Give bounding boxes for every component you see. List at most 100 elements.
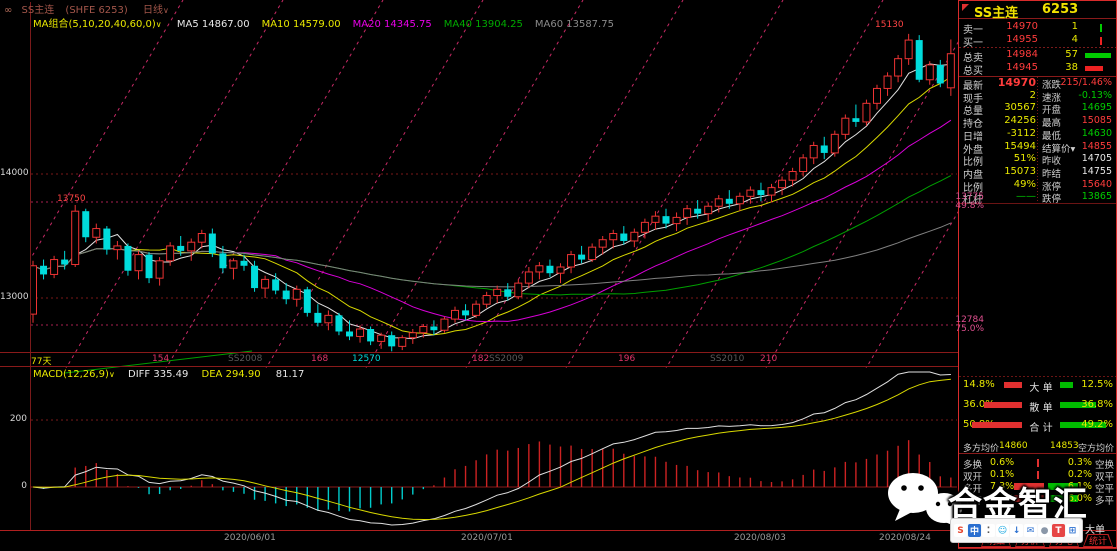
stat-right-value: -0.13% (1058, 90, 1112, 101)
total-bar (1085, 53, 1111, 58)
book-label: 买一 (963, 34, 983, 49)
quote-panel: SS主连 6253 卖一149701买一149554总卖1498457总买149… (958, 0, 1117, 551)
vol-right-pct: 36.8% (1078, 399, 1113, 410)
stat-left-value: 14970 (986, 76, 1036, 89)
tab-统计[interactable]: 统计 (1083, 534, 1113, 547)
ma-value-MA40: MA40 13904.25 (444, 19, 523, 30)
download-icon: ↓ (1010, 524, 1023, 537)
divider-label: 210 (760, 354, 777, 364)
avg-long-value: 14860 (999, 441, 1028, 451)
ma-settings-dropdown[interactable]: MA组合(5,10,20,40,60,0)∨ (33, 19, 165, 30)
axis-tick-label: 0 (0, 481, 27, 491)
fib-level-label: 1278475.0% (934, 316, 984, 334)
browser-icon: 中 (968, 524, 981, 537)
stat-left-value: 24256 (986, 115, 1036, 126)
axis-tick-label: 13000 (0, 292, 27, 302)
ma-settings-label: MA组合(5,10,20,40,60,0) (33, 19, 156, 30)
total-price: 14984 (990, 49, 1038, 60)
stat-left-value: —— (986, 191, 1036, 202)
date-label: 2020/07/01 (461, 533, 513, 543)
divider-label: SS2009 (489, 354, 523, 364)
divider-label: SS2008 (228, 354, 262, 364)
ma-indicator-row: MA组合(5,10,20,40,60,0)∨ MA5 14867.00 MA10 … (33, 15, 614, 30)
date-label: 2020/08/24 (879, 533, 931, 543)
dots-icon: ⁚ (982, 524, 995, 537)
book-qty: 4 (1046, 34, 1078, 45)
stat-right-value: 14755 (1058, 166, 1112, 177)
stat-left-value: 2 (986, 90, 1036, 101)
macd-settings-dropdown[interactable]: MACD(12,26,9)∨ (33, 369, 118, 380)
stat-right-value: 14695 (1058, 102, 1112, 113)
contact-icon: ● (1038, 524, 1051, 537)
avg-long-label: 多方均价 (963, 441, 999, 454)
macd-settings-label: MACD(12,26,9) (33, 369, 109, 380)
date-label: 2020/06/01 (224, 533, 276, 543)
panel-symbol: SS主连 (974, 2, 1018, 21)
stat-right-value: 215/1.46% (1058, 77, 1112, 88)
book-tick-icon (1100, 24, 1102, 32)
share-toolbar: S中⁚☺↓✉●T⊞ (950, 518, 1083, 543)
stat-right-value: 14630 (1058, 128, 1112, 139)
avg-short-value: 14853 (1050, 441, 1079, 451)
divider-label: 168 (311, 354, 328, 364)
panel-code: 6253 (1042, 2, 1078, 17)
book-qty: 1 (1046, 21, 1078, 32)
stat-left-value: 15073 (986, 166, 1036, 177)
ma-values: MA5 14867.00 MA10 14579.00 MA20 14345.75 MA… (165, 19, 614, 30)
pos-right-label: 多平 (1095, 493, 1114, 507)
vol-label: 大 单 (1024, 379, 1058, 394)
total-bar (1085, 66, 1103, 71)
link-icon: ∞ (4, 5, 12, 16)
chevron-down-icon: ∨ (109, 370, 115, 379)
stat-left-value: 30567 (986, 102, 1036, 113)
vol-left-bar (1004, 382, 1022, 388)
price-mark: 15130 (875, 20, 904, 30)
weibo-icon: S (954, 524, 967, 537)
stat-left-value: 15494 (986, 141, 1036, 152)
chart-canvas[interactable] (0, 0, 1117, 551)
apps-icon: ⊞ (1066, 524, 1079, 537)
divider-label: SS2010 (710, 354, 744, 364)
stat-right-value: 15085 (1058, 115, 1112, 126)
ma-value-MA20: MA20 14345.75 (353, 19, 432, 30)
axis-tick-label: 200 (0, 414, 27, 424)
pos-left-value: 0.6% (990, 457, 1014, 468)
tshirt-icon: T (1052, 524, 1065, 537)
stat-right-value: 14855 (1058, 141, 1112, 152)
stat-left-value: -3112 (986, 128, 1036, 139)
divider-label: 182 (472, 354, 489, 364)
price-mark: 13750 (57, 194, 86, 204)
vol-right-bar (1060, 382, 1073, 388)
book-tick-icon (1100, 37, 1102, 45)
chevron-down-icon: ∨ (163, 6, 169, 15)
stat-right-value: 14705 (1058, 153, 1112, 164)
vol-left-bar (984, 402, 1022, 408)
fib-level-label: 1377549.8% (934, 193, 984, 211)
book-price: 14955 (990, 34, 1038, 45)
pos-right-value: 0.3% (1062, 457, 1092, 468)
mail-icon: ✉ (1024, 524, 1037, 537)
ma-value-MA5: MA5 14867.00 (177, 19, 250, 30)
stat-right-value: 13865 (1058, 191, 1112, 202)
divider-label: 12570 (352, 354, 381, 364)
pos-tick-icon (1037, 459, 1039, 467)
stat-right-value: 15640 (1058, 179, 1112, 190)
axis-tick-label: 14000 (0, 168, 27, 178)
stat-left-value: 51% (986, 153, 1036, 164)
divider-label: 77天 (31, 354, 51, 367)
macd-dea: DEA 294.90 (202, 369, 261, 380)
divider-label: 196 (618, 354, 635, 364)
qq-icon: ☺ (996, 524, 1009, 537)
macd-indicator-row: MACD(12,26,9)∨ DIFF 335.49 DEA 294.90 81… (33, 369, 304, 380)
date-label: 2020/08/03 (734, 533, 786, 543)
trading-terminal: ∞ SS主连 (SHFE 6253) 日线∨ MA组合(5,10,20,40,6… (0, 0, 1117, 551)
ma-value-MA10: MA10 14579.00 (262, 19, 341, 30)
macd-hist: 81.17 (276, 369, 305, 380)
ma-value-MA60: MA60 13587.75 (535, 19, 614, 30)
divider-label: 154 (152, 354, 169, 364)
vol-label: 合 计 (1024, 419, 1058, 434)
book-price: 14970 (990, 21, 1038, 32)
avg-short-label: 空方均价 (1078, 441, 1114, 454)
stat-left-value: 49% (986, 179, 1036, 190)
chevron-down-icon: ∨ (156, 20, 162, 29)
